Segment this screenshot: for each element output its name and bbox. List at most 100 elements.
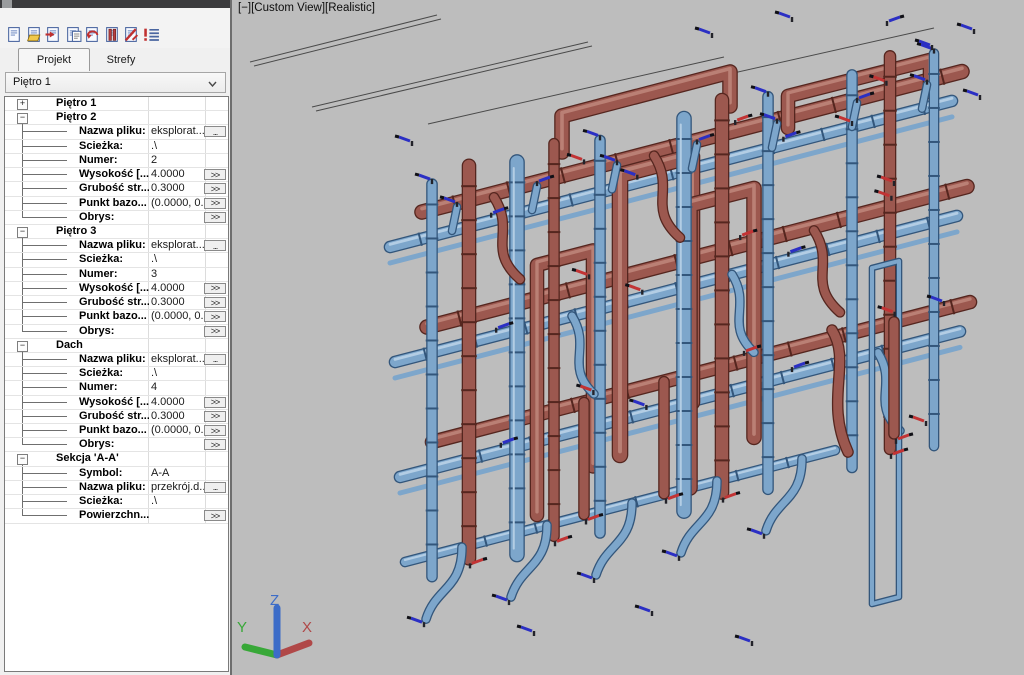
property-label: Powierzchn... [79,509,149,522]
axis-x-label: X [302,619,312,636]
titlebar-strip [0,0,232,8]
property-value[interactable]: 4.0000 [151,396,204,409]
property-row: Obrys: >> [5,438,228,452]
property-value[interactable]: 4 [151,381,204,394]
property-value[interactable]: eksplorat... [151,239,204,252]
property-row: Scieżka:.\ [5,140,228,154]
panel-divider[interactable] [230,0,232,675]
tree-branch-line [22,245,67,246]
project-manager-panel: Projekt Strefy Piętro 1 +Piętro 1−Piętro… [0,0,232,675]
browse-button[interactable]: ... [204,482,226,493]
expand-editor-button[interactable]: >> [204,311,226,322]
tree-section-row[interactable]: +Piętro 1 [5,97,228,111]
floor-selector-value: Piętro 1 [13,76,51,88]
tree-branch-line [22,131,67,132]
property-value[interactable]: .\ [151,253,204,266]
property-label: Scieżka: [79,253,123,266]
viewport-controls: [−][Custom View][Realistic] [238,2,375,14]
copy-storey-icon[interactable] [65,26,82,43]
new-project-icon[interactable] [6,26,23,43]
tree-branch-line [22,146,67,147]
property-value[interactable]: 4.0000 [151,282,204,295]
property-label: Symbol: [79,467,122,480]
viewport-visual-style-control[interactable]: [Realistic] [325,2,375,14]
tree-section-row[interactable]: −Sekcja 'A-A' [5,452,228,466]
property-value[interactable]: (0.0000, 0.00 [151,197,204,210]
collapse-toggle-icon[interactable]: − [17,227,28,238]
tree-branch-line [22,188,67,189]
tree-section-row[interactable]: −Piętro 2 [5,111,228,125]
expand-editor-button[interactable]: >> [204,411,226,422]
property-value[interactable]: (0.0000, 0.00 [151,310,204,323]
viewport-minimize-control[interactable]: [−] [238,2,251,14]
property-value[interactable]: 4.0000 [151,168,204,181]
property-value[interactable]: 2 [151,154,204,167]
property-value[interactable]: 3 [151,268,204,281]
tree-branch-line [22,259,67,260]
collapse-toggle-icon[interactable]: − [17,113,28,124]
expand-editor-button[interactable]: >> [204,169,226,180]
export-storey-icon[interactable] [84,26,101,43]
property-row: Punkt bazo... (0.0000, 0.00>> [5,197,228,211]
browse-button[interactable]: ... [204,240,226,251]
property-row: Grubość str...0.3000>> [5,182,228,196]
3d-model-canvas[interactable]: ZXY [232,0,1024,675]
tree-section-row[interactable]: −Dach [5,339,228,353]
project-checklist-icon[interactable] [143,26,160,43]
tab-projekt[interactable]: Projekt [18,48,90,71]
property-value[interactable]: (0.0000, 0.00 [151,424,204,437]
property-value[interactable]: 0.3000 [151,296,204,309]
delete-storey-icon[interactable] [123,26,140,43]
property-label: Wysokość [... [79,168,149,181]
property-row: Scieżka: .\ [5,253,228,267]
browse-button[interactable]: ... [204,126,226,137]
tree-branch-line [22,316,67,317]
property-value[interactable]: eksplorat... [151,125,204,138]
property-row: Scieżka:.\ [5,495,228,509]
tree-branch-line [22,174,67,175]
expand-editor-button[interactable]: >> [204,283,226,294]
property-label: Punkt bazo... [79,310,147,323]
property-value[interactable]: 0.3000 [151,410,204,423]
tab-strefy[interactable]: Strefy [92,50,150,71]
expand-editor-button[interactable]: >> [204,198,226,209]
property-value[interactable]: 0.3000 [151,182,204,195]
expand-editor-button[interactable]: >> [204,439,226,450]
property-row: Obrys:>> [5,325,228,339]
open-project-icon[interactable] [26,26,43,43]
project-tree-grid: +Piętro 1−Piętro 2Nazwa pliku:eksplorat.… [4,96,229,672]
expand-editor-button[interactable]: >> [204,425,226,436]
expand-editor-button[interactable]: >> [204,183,226,194]
building-storeys-icon[interactable] [104,26,121,43]
property-value[interactable]: .\ [151,367,204,380]
tree-branch-line [22,402,67,403]
property-label: Punkt bazo... [79,197,147,210]
property-value[interactable]: .\ [151,495,204,508]
floor-selector-dropdown[interactable]: Piętro 1 [5,72,226,93]
property-row: Wysokość [...4.0000>> [5,396,228,410]
collapse-toggle-icon[interactable]: − [17,454,28,465]
tree-section-row[interactable]: −Piętro 3 [5,225,228,239]
panel-tab-bar: Projekt Strefy [0,48,232,71]
tree-branch-line [22,203,67,204]
expand-editor-button[interactable]: >> [204,397,226,408]
property-value[interactable]: przekrój.d... [151,481,204,494]
collapse-toggle-icon[interactable]: − [17,341,28,352]
viewport-view-control[interactable]: [Custom View] [251,2,325,14]
expand-editor-button[interactable]: >> [204,326,226,337]
property-row: Scieżka:.\ [5,367,228,381]
property-value[interactable]: eksplorat... [151,353,204,366]
expand-editor-button[interactable]: >> [204,212,226,223]
property-row: Symbol: A-A [5,467,228,481]
property-value[interactable]: A-A [151,467,204,480]
property-value[interactable]: .\ [151,140,204,153]
property-label: Wysokość [... [79,396,149,409]
drawing-viewport[interactable]: ZXY [−][Custom View][Realistic] [232,0,1024,675]
browse-button[interactable]: ... [204,354,226,365]
expand-editor-button[interactable]: >> [204,297,226,308]
import-storey-icon[interactable] [45,26,62,43]
expand-editor-button[interactable]: >> [204,510,226,521]
titlebar-chip [2,0,12,8]
expand-toggle-icon[interactable]: + [17,99,28,110]
property-label: Obrys: [79,438,114,451]
